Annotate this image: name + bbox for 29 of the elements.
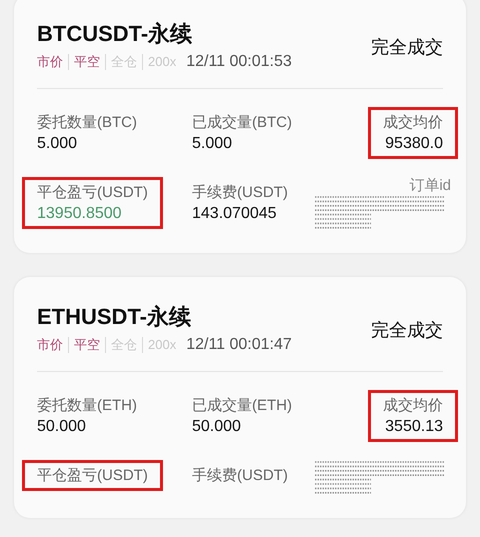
field-label: 平仓盈亏(USDT) [37,466,148,486]
field-value: 5.000 [37,134,78,154]
field-value: 13950.8500 [37,204,123,224]
field-label: 手续费(USDT) [192,466,288,486]
order-tag: 市价 [37,337,63,353]
order-id-label: 订单id [409,177,451,195]
field-label: 手续费(USDT) [192,183,288,203]
field-value: 3550.13 [385,417,443,437]
field-label: 已成交量(ETH) [192,396,292,416]
field-label: 委托数量(BTC) [37,113,137,133]
order-status: 完全成交 [371,36,443,58]
field-value: 143.070045 [192,204,278,224]
field-label: 已成交量(BTC) [192,113,292,133]
field-label: 平仓盈亏(USDT) [37,183,148,203]
order-tag: 平空 [68,337,100,353]
order-status: 完全成交 [371,318,443,342]
field-label: 成交均价 [383,113,443,133]
order-time: 12/11 00:01:53 [186,54,292,70]
field-value: 5.000 [192,134,234,154]
order-tag: 平空 [68,54,100,70]
order-title: ETHUSDT-永续 [37,303,192,331]
field-label: 成交均价 [383,396,443,416]
order-time: 12/11 00:01:47 [186,337,292,353]
order-tag: 市价 [37,54,63,70]
field-value: 95380.0 [385,134,443,154]
field-value: 50.000 [37,417,87,437]
order-title: BTCUSDT-永续 [37,20,194,48]
field-label: 委托数量(ETH) [37,396,137,416]
field-value: 50.000 [192,417,242,437]
